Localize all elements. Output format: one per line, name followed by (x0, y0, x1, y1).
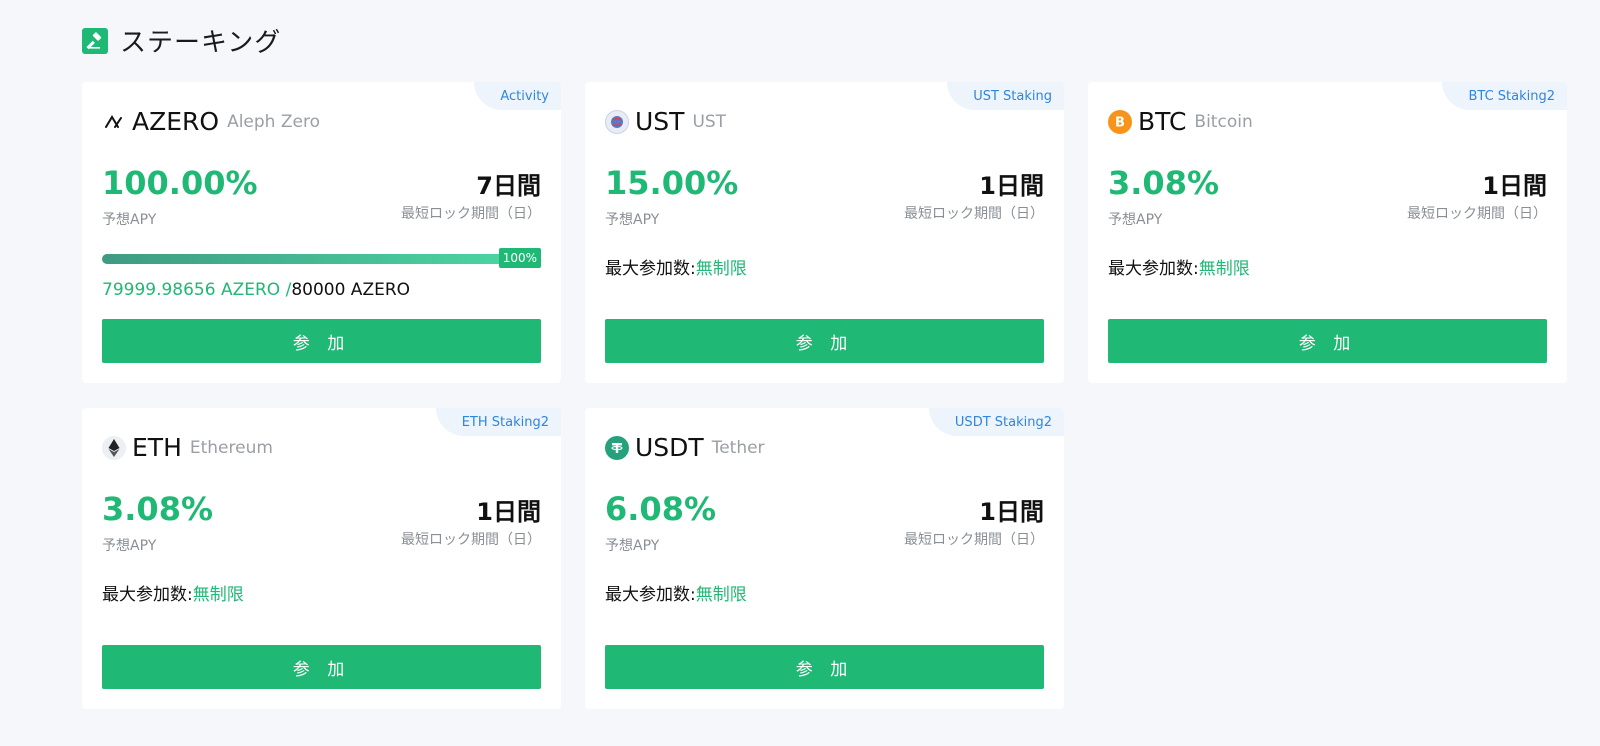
lock-period-label: 最短ロック期間（日） (1407, 206, 1547, 222)
amount-total: 80000 AZERO (291, 280, 411, 300)
max-participants: 最大参加数:無制限 (1108, 254, 1250, 279)
apy-label: 予想APY (102, 538, 157, 554)
staking-card-usdt: USDT Staking2 USDT Tether 6.08% 予想APY 1日… (585, 408, 1064, 709)
page-heading: ステーキング (82, 22, 281, 59)
apy-label: 予想APY (1108, 212, 1163, 228)
coin-symbol: ETH (132, 433, 182, 462)
coin-header: ETH Ethereum (102, 433, 273, 462)
join-button[interactable]: 参 加 (605, 645, 1044, 689)
coin-name: Tether (711, 437, 765, 458)
join-button[interactable]: 参 加 (605, 319, 1044, 363)
staking-tag: USDT Staking2 (928, 408, 1064, 436)
staking-card-ust: UST Staking UST UST 15.00% 予想APY 1日間 最短ロ… (585, 82, 1064, 383)
join-button[interactable]: 参 加 (102, 319, 541, 363)
staking-card-eth: ETH Staking2 ETH Ethereum 3.08% 予想APY 1日… (82, 408, 561, 709)
apy-value: 3.08% (102, 490, 214, 528)
aleph-zero-icon (102, 110, 126, 134)
lock-period-value: 1日間 (979, 172, 1044, 200)
lock-period-value: 1日間 (979, 498, 1044, 526)
coin-symbol: USDT (635, 433, 704, 462)
max-participants-label: 最大参加数: (102, 585, 193, 605)
coin-header: AZERO Aleph Zero (102, 107, 320, 136)
amount-current: 79999.98656 AZERO (102, 280, 281, 300)
lock-period-label: 最短ロック期間（日） (401, 206, 541, 222)
apy-label: 予想APY (102, 212, 157, 228)
coin-symbol: BTC (1138, 107, 1187, 136)
coin-name: UST (692, 111, 727, 132)
max-participants-value: 無制限 (192, 585, 244, 605)
hammer-icon (82, 27, 108, 54)
coin-header: B BTC Bitcoin (1108, 107, 1253, 136)
max-participants: 最大参加数:無制限 (605, 254, 747, 279)
coin-symbol: AZERO (132, 107, 220, 136)
max-participants-value: 無制限 (1198, 259, 1250, 279)
max-participants-value: 無制限 (695, 585, 747, 605)
staking-tag: BTC Staking2 (1442, 82, 1567, 110)
lock-period-label: 最短ロック期間（日） (401, 532, 541, 548)
max-participants: 最大参加数:無制限 (102, 580, 244, 605)
progress-badge: 100% (498, 248, 541, 268)
staking-tag: ETH Staking2 (435, 408, 561, 436)
apy-value: 3.08% (1108, 164, 1220, 202)
ust-icon (605, 109, 629, 134)
max-participants-value: 無制限 (695, 259, 747, 279)
lock-period-value: 1日間 (1482, 172, 1547, 200)
coin-name: Bitcoin (1194, 111, 1253, 132)
lock-period-value: 1日間 (476, 498, 541, 526)
apy-value: 15.00% (605, 164, 739, 202)
apy-value: 6.08% (605, 490, 717, 528)
progress-bar: 100% (102, 248, 541, 268)
coin-header: USDT Tether (605, 433, 765, 462)
coin-header: UST UST (605, 107, 726, 136)
max-participants: 最大参加数:無制限 (605, 580, 747, 605)
apy-label: 予想APY (605, 212, 660, 228)
amount-row: 79999.98656 AZERO /80000 AZERO (102, 280, 410, 300)
coin-symbol: UST (635, 107, 685, 136)
svg-text:B: B (1115, 115, 1125, 130)
staking-card-azero: Activity AZERO Aleph Zero 100.00% 予想APY … (82, 82, 561, 383)
staking-tag: UST Staking (947, 82, 1064, 110)
staking-page: ステーキング Activity AZERO Aleph Zero 100.00%… (0, 0, 1600, 746)
max-participants-label: 最大参加数: (605, 585, 696, 605)
tether-icon (605, 435, 629, 460)
progress-fill (102, 254, 541, 264)
staking-tag: Activity (474, 82, 561, 110)
apy-label: 予想APY (605, 538, 660, 554)
lock-period-label: 最短ロック期間（日） (904, 532, 1044, 548)
lock-period-label: 最短ロック期間（日） (904, 206, 1044, 222)
join-button[interactable]: 参 加 (1108, 319, 1547, 363)
lock-period-value: 7日間 (476, 172, 541, 200)
join-button[interactable]: 参 加 (102, 645, 541, 689)
ethereum-icon (102, 435, 126, 460)
max-participants-label: 最大参加数: (605, 259, 696, 279)
bitcoin-icon: B (1108, 109, 1132, 134)
page-title: ステーキング (120, 28, 282, 58)
coin-name: Ethereum (189, 437, 273, 458)
apy-value: 100.00% (102, 164, 258, 202)
max-participants-label: 最大参加数: (1108, 259, 1199, 279)
staking-card-btc: BTC Staking2 B BTC Bitcoin 3.08% 予想APY 1… (1088, 82, 1567, 383)
coin-name: Aleph Zero (227, 111, 320, 132)
